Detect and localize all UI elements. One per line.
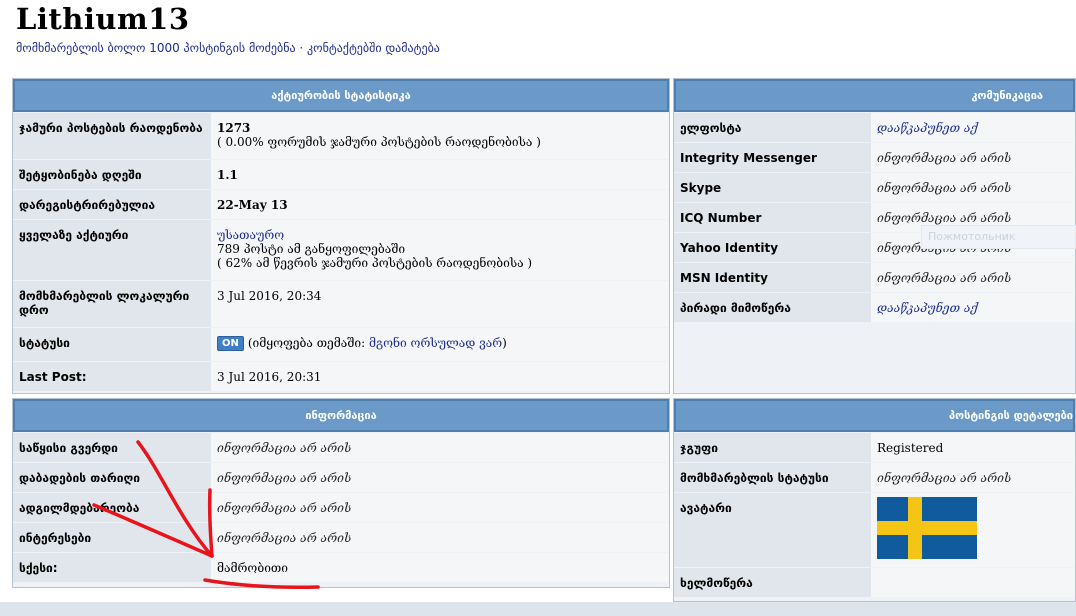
red-arrow-annotation	[92, 440, 320, 589]
